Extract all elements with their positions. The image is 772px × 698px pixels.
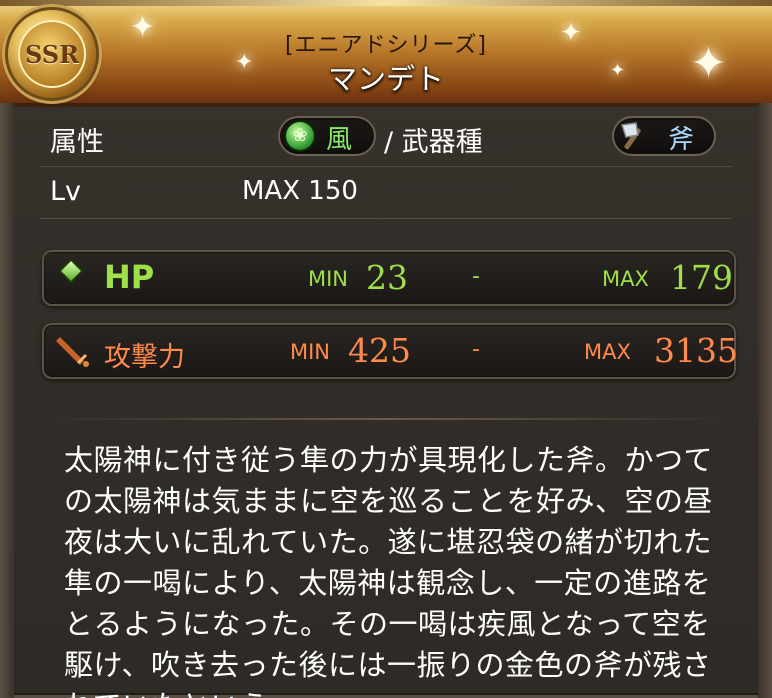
frame-right (758, 103, 772, 698)
weapon-type-value: 斧 (668, 125, 695, 155)
level-label: Lv (50, 176, 82, 207)
wind-element-icon: ❀ (286, 122, 314, 150)
attack-separator: - (472, 337, 480, 362)
hp-min-value: 23 (366, 258, 408, 297)
section-divider (40, 418, 732, 420)
weapon-series: [エニアドシリーズ] (284, 33, 488, 58)
header-banner: ✦ ✦ ✦ ✦ ✦ SSR [エニアドシリーズ] マンデト (0, 0, 772, 107)
weapon-type-badge: 斧 (612, 116, 716, 156)
weapon-detail-panel: ✦ ✦ ✦ ✦ ✦ SSR [エニアドシリーズ] マンデト 属性 ❀ 風 / 武… (0, 0, 772, 698)
hp-max-label: MAX (602, 267, 649, 291)
level-value: MAX 150 (242, 176, 358, 206)
weapon-name: マンデト (327, 62, 444, 96)
hp-max-value: 179 (670, 258, 733, 297)
attack-min-label: MIN (290, 340, 331, 364)
weapon-type-label: / 武器種 (384, 127, 483, 158)
element-value: 風 (326, 125, 353, 155)
attack-label: 攻撃力 (104, 342, 185, 373)
level-row: Lv MAX 150 (40, 166, 732, 219)
element-badge: ❀ 風 (278, 116, 376, 156)
hp-label: HP (104, 258, 155, 296)
axe-icon (621, 122, 641, 150)
attack-stat-bar: 攻撃力 MIN 425 - MAX 3135 (42, 323, 738, 379)
element-label: 属性 (50, 127, 104, 158)
hp-stat-bar: HP MIN 23 - MAX 179 (42, 250, 736, 306)
hp-separator: - (472, 264, 480, 289)
attack-min-value: 425 (348, 331, 411, 370)
attack-sword-icon (56, 337, 89, 367)
element-row: 属性 ❀ 風 / 武器種 斧 (40, 108, 732, 167)
weapon-description: 太陽神に付き従う隼の力が具現化した斧。かつての太陽神は気ままに空を巡ることを好み… (64, 443, 714, 698)
frame-left (0, 103, 14, 698)
attack-max-value: 3135 (654, 331, 738, 370)
hp-icon (61, 261, 81, 281)
hp-min-label: MIN (308, 267, 349, 291)
attack-max-label: MAX (584, 340, 631, 364)
